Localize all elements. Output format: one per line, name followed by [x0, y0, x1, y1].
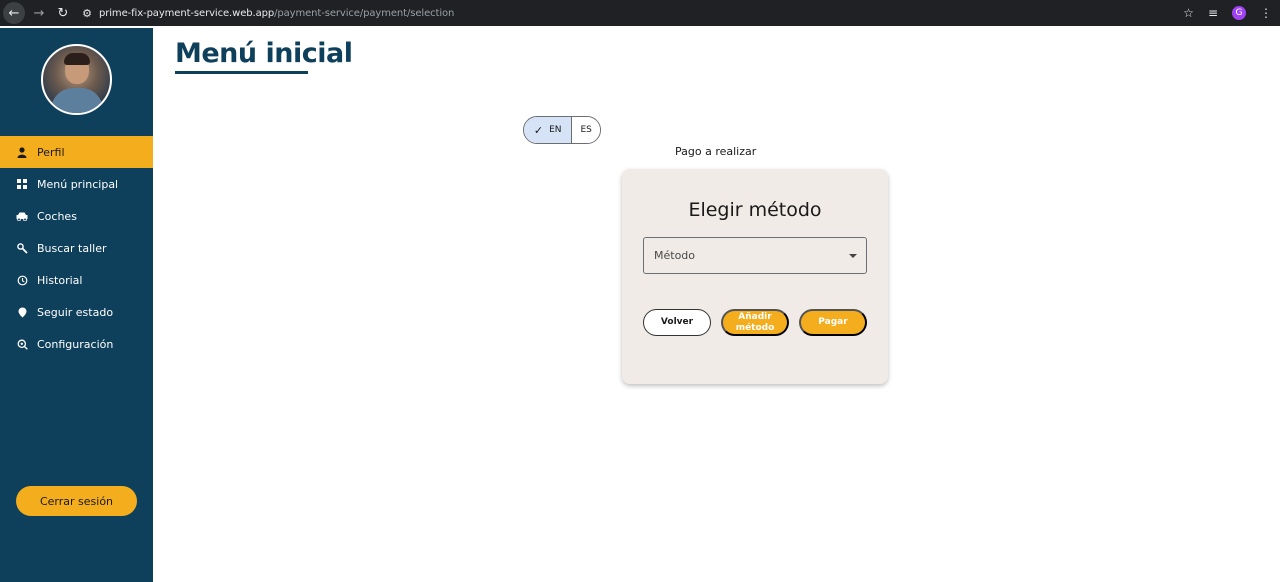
- language-toggle[interactable]: ✓ EN ES: [523, 116, 601, 144]
- sidebar-item-label: Configuración: [37, 337, 114, 351]
- method-select-placeholder: Método: [654, 249, 696, 262]
- menu-kebab-icon[interactable]: ⋮: [1260, 6, 1272, 20]
- reload-icon[interactable]: ↻: [51, 1, 75, 25]
- sidebar-item-buscar-taller[interactable]: Buscar taller: [0, 232, 153, 264]
- sidebar: Perfil Menú principal Coches Buscar tall…: [0, 28, 153, 582]
- profile-avatar[interactable]: G: [1232, 6, 1246, 20]
- sidebar-item-label: Perfil: [37, 145, 65, 159]
- site-info-icon[interactable]: ⚙: [79, 5, 95, 21]
- language-option-en[interactable]: ✓ EN: [524, 117, 573, 143]
- sidebar-item-coches[interactable]: Coches: [0, 200, 153, 232]
- title-underline: [175, 71, 308, 74]
- sidebar-item-perfil[interactable]: Perfil: [0, 136, 153, 168]
- check-icon: ✓: [533, 123, 544, 137]
- sidebar-item-label: Seguir estado: [37, 305, 114, 319]
- sidebar-item-label: Coches: [37, 209, 77, 223]
- sidebar-item-menu-principal[interactable]: Menú principal: [0, 168, 153, 200]
- payment-subtitle: Pago a realizar: [675, 145, 757, 158]
- sidebar-item-label: Historial: [37, 273, 83, 287]
- language-label-en: EN: [549, 125, 562, 135]
- method-select[interactable]: Método: [643, 237, 867, 274]
- forward-arrow-icon[interactable]: →: [27, 1, 51, 25]
- back-button[interactable]: Volver: [643, 309, 711, 336]
- history-icon: [16, 274, 28, 286]
- language-option-es[interactable]: ES: [572, 117, 600, 143]
- logout-button[interactable]: Cerrar sesión: [16, 486, 137, 516]
- page-title: Menú inicial: [175, 38, 353, 69]
- pay-button[interactable]: Pagar: [799, 309, 867, 336]
- grid-icon: [16, 178, 28, 190]
- sidebar-item-seguir-estado[interactable]: Seguir estado: [0, 296, 153, 328]
- browser-toolbar: ← → ↻ ⚙ prime-fix-payment-service.web.ap…: [0, 0, 1280, 26]
- card-title: Elegir método: [688, 199, 822, 221]
- address-bar[interactable]: ⚙ prime-fix-payment-service.web.app/paym…: [79, 2, 454, 24]
- payment-method-card: Elegir método Método Volver Añadir métod…: [622, 169, 888, 384]
- bookmark-star-icon[interactable]: ☆: [1183, 6, 1194, 20]
- sidebar-nav: Perfil Menú principal Coches Buscar tall…: [0, 136, 153, 360]
- wrench-icon: [16, 242, 28, 254]
- url-text[interactable]: prime-fix-payment-service.web.app/paymen…: [99, 8, 454, 19]
- caret-down-icon: [849, 254, 857, 258]
- back-arrow-icon[interactable]: ←: [3, 2, 25, 24]
- add-method-button[interactable]: Añadir método: [721, 309, 789, 336]
- person-icon: [16, 146, 28, 158]
- settings-icon: [16, 338, 28, 350]
- avatar[interactable]: [41, 44, 112, 115]
- car-icon: [16, 210, 28, 222]
- sidebar-item-configuracion[interactable]: Configuración: [0, 328, 153, 360]
- sidebar-item-historial[interactable]: Historial: [0, 264, 153, 296]
- location-icon: [16, 306, 28, 318]
- language-label-es: ES: [580, 125, 592, 135]
- sidebar-item-label: Menú principal: [37, 177, 119, 191]
- sidebar-item-label: Buscar taller: [37, 241, 107, 255]
- reading-list-icon[interactable]: ≡: [1208, 6, 1218, 20]
